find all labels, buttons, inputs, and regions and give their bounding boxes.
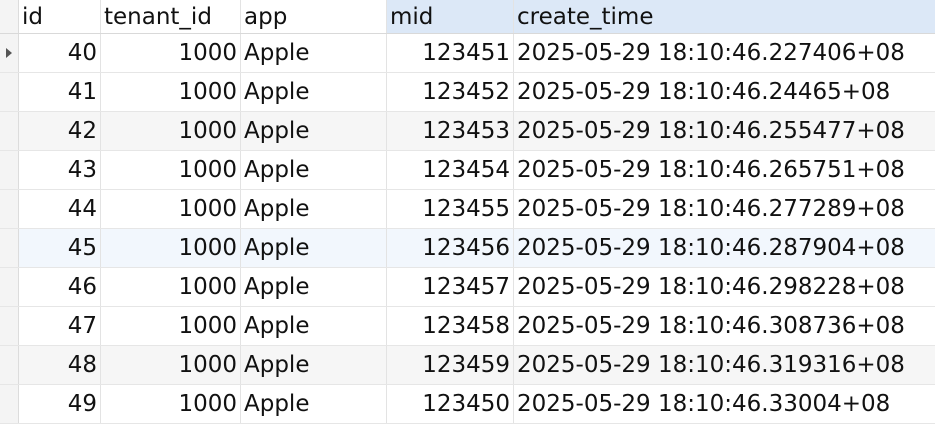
column-header-tenant-id[interactable]: tenant_id: [101, 0, 241, 33]
column-header-create-time[interactable]: create_time: [514, 0, 935, 33]
cell-app[interactable]: Apple: [241, 346, 387, 384]
cell-app[interactable]: Apple: [241, 34, 387, 72]
cell-id[interactable]: 40: [19, 34, 101, 72]
cell-mid[interactable]: 123456: [387, 229, 514, 267]
cell-app[interactable]: Apple: [241, 151, 387, 189]
row-gutter[interactable]: [0, 112, 19, 150]
table-row[interactable]: 48 1000 Apple 123459 2025-05-29 18:10:46…: [0, 346, 935, 385]
table-row[interactable]: 45 1000 Apple 123456 2025-05-29 18:10:46…: [0, 229, 935, 268]
column-header-app[interactable]: app: [241, 0, 387, 33]
cell-id[interactable]: 45: [19, 229, 101, 267]
cell-app[interactable]: Apple: [241, 73, 387, 111]
cell-create-time[interactable]: 2025-05-29 18:10:46.33004+08: [514, 385, 935, 423]
row-gutter[interactable]: [0, 346, 19, 384]
row-gutter-header: [0, 0, 19, 33]
table-row[interactable]: 46 1000 Apple 123457 2025-05-29 18:10:46…: [0, 268, 935, 307]
cell-mid[interactable]: 123453: [387, 112, 514, 150]
row-gutter[interactable]: [0, 73, 19, 111]
cell-create-time[interactable]: 2025-05-29 18:10:46.308736+08: [514, 307, 935, 345]
cell-tenant-id[interactable]: 1000: [101, 151, 241, 189]
cell-create-time[interactable]: 2025-05-29 18:10:46.24465+08: [514, 73, 935, 111]
cell-id[interactable]: 46: [19, 268, 101, 306]
cell-id[interactable]: 47: [19, 307, 101, 345]
cell-id[interactable]: 49: [19, 385, 101, 423]
column-header-mid[interactable]: mid: [387, 0, 514, 33]
cell-mid[interactable]: 123451: [387, 34, 514, 72]
cell-app[interactable]: Apple: [241, 229, 387, 267]
row-gutter[interactable]: [0, 307, 19, 345]
cell-id[interactable]: 42: [19, 112, 101, 150]
cell-create-time[interactable]: 2025-05-29 18:10:46.287904+08: [514, 229, 935, 267]
cell-mid[interactable]: 123450: [387, 385, 514, 423]
table-row[interactable]: 44 1000 Apple 123455 2025-05-29 18:10:46…: [0, 190, 935, 229]
cell-mid[interactable]: 123459: [387, 346, 514, 384]
cell-mid[interactable]: 123458: [387, 307, 514, 345]
cell-tenant-id[interactable]: 1000: [101, 34, 241, 72]
cell-id[interactable]: 43: [19, 151, 101, 189]
row-gutter[interactable]: [0, 229, 19, 267]
cell-id[interactable]: 48: [19, 346, 101, 384]
current-row-indicator-icon: [6, 48, 12, 58]
cell-app[interactable]: Apple: [241, 112, 387, 150]
cell-tenant-id[interactable]: 1000: [101, 268, 241, 306]
cell-tenant-id[interactable]: 1000: [101, 346, 241, 384]
column-header-id[interactable]: id: [19, 0, 101, 33]
cell-mid[interactable]: 123452: [387, 73, 514, 111]
cell-tenant-id[interactable]: 1000: [101, 385, 241, 423]
cell-tenant-id[interactable]: 1000: [101, 73, 241, 111]
cell-id[interactable]: 41: [19, 73, 101, 111]
cell-create-time[interactable]: 2025-05-29 18:10:46.255477+08: [514, 112, 935, 150]
row-gutter[interactable]: [0, 151, 19, 189]
grid-header: id tenant_id app mid create_time: [0, 0, 935, 34]
cell-create-time[interactable]: 2025-05-29 18:10:46.277289+08: [514, 190, 935, 228]
cell-app[interactable]: Apple: [241, 190, 387, 228]
cell-app[interactable]: Apple: [241, 268, 387, 306]
table-row[interactable]: 47 1000 Apple 123458 2025-05-29 18:10:46…: [0, 307, 935, 346]
row-gutter[interactable]: [0, 34, 19, 72]
table-row[interactable]: 42 1000 Apple 123453 2025-05-29 18:10:46…: [0, 112, 935, 151]
cell-app[interactable]: Apple: [241, 385, 387, 423]
table-row[interactable]: 43 1000 Apple 123454 2025-05-29 18:10:46…: [0, 151, 935, 190]
cell-mid[interactable]: 123454: [387, 151, 514, 189]
cell-app[interactable]: Apple: [241, 307, 387, 345]
cell-tenant-id[interactable]: 1000: [101, 229, 241, 267]
table-row[interactable]: 40 1000 Apple 123451 2025-05-29 18:10:46…: [0, 34, 935, 73]
cell-create-time[interactable]: 2025-05-29 18:10:46.298228+08: [514, 268, 935, 306]
row-gutter[interactable]: [0, 190, 19, 228]
cell-create-time[interactable]: 2025-05-29 18:10:46.319316+08: [514, 346, 935, 384]
table-row[interactable]: 41 1000 Apple 123452 2025-05-29 18:10:46…: [0, 73, 935, 112]
cell-id[interactable]: 44: [19, 190, 101, 228]
cell-mid[interactable]: 123455: [387, 190, 514, 228]
cell-tenant-id[interactable]: 1000: [101, 112, 241, 150]
row-gutter[interactable]: [0, 268, 19, 306]
results-grid[interactable]: id tenant_id app mid create_time 40 1000…: [0, 0, 935, 435]
table-row[interactable]: 49 1000 Apple 123450 2025-05-29 18:10:46…: [0, 385, 935, 424]
cell-tenant-id[interactable]: 1000: [101, 307, 241, 345]
row-gutter[interactable]: [0, 385, 19, 423]
cell-mid[interactable]: 123457: [387, 268, 514, 306]
cell-create-time[interactable]: 2025-05-29 18:10:46.265751+08: [514, 151, 935, 189]
cell-create-time[interactable]: 2025-05-29 18:10:46.227406+08: [514, 34, 935, 72]
cell-tenant-id[interactable]: 1000: [101, 190, 241, 228]
